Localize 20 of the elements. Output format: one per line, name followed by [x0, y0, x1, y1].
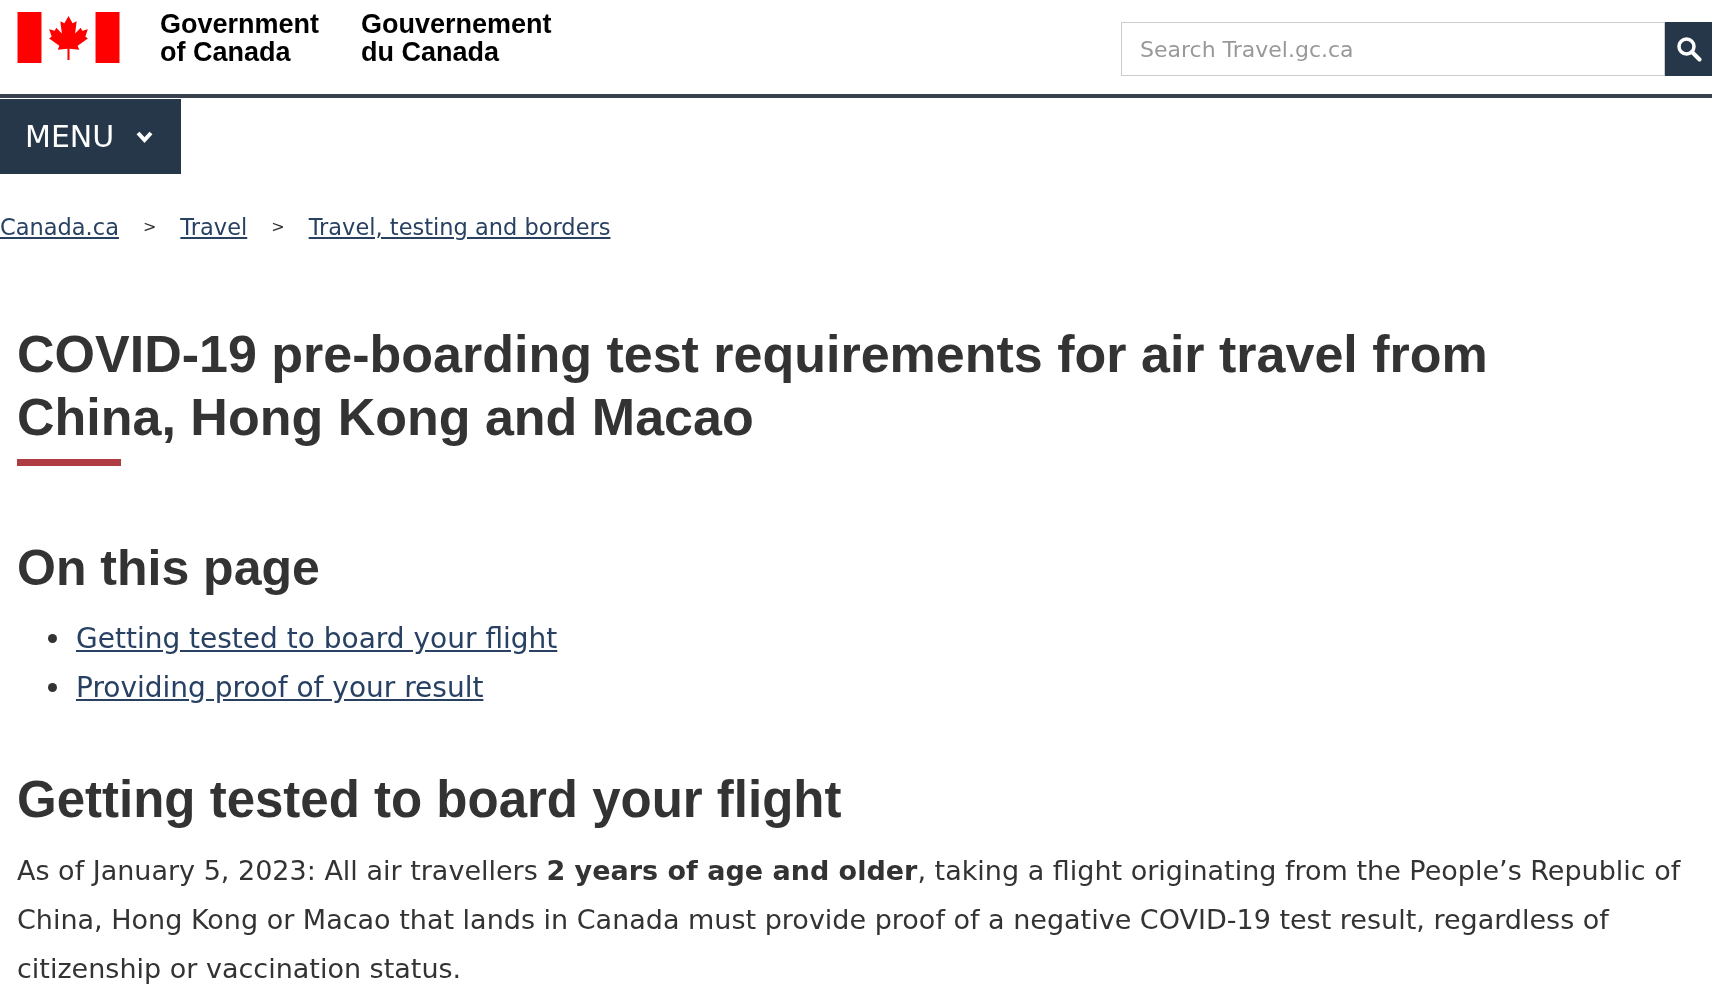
search-icon [1675, 36, 1702, 62]
breadcrumb-separator: > [271, 216, 285, 238]
breadcrumb-link[interactable]: Canada.ca [0, 210, 119, 244]
government-wordmark: Government of Canada [160, 10, 320, 66]
body-paragraph: As of January 5, 2023: All air travellers 2 years of age and older, taking a flight originating from the People’s Republic of China, Hong Kong or Macao that lands in Canada must provide proof of a negative COVID-19 test result, regardless of citizenship or vaccination status. [17, 854, 1682, 986]
breadcrumb-link[interactable]: Travel, testing and borders [308, 210, 611, 244]
section-heading: On this page [17, 539, 321, 598]
page-title: COVID-19 pre-boarding test requirements for air travel from China, Hong Kong and Macao [17, 324, 1489, 448]
page-link[interactable]: Getting tested to board your flight [76, 617, 558, 660]
section-heading: Getting tested to board your flight [17, 770, 843, 830]
bullet-icon [48, 634, 57, 643]
canada-flag-icon [17, 12, 120, 63]
search-button[interactable] [1665, 22, 1712, 76]
breadcrumb-separator: > [142, 216, 157, 238]
menu-button[interactable]: MENU [0, 99, 181, 174]
government-wordmark: Gouvernement du Canada [361, 10, 552, 66]
bullet-icon [48, 683, 57, 692]
page-link[interactable]: Providing proof of your result [76, 666, 484, 709]
search-field[interactable]: Search Travel.gc.ca [1121, 22, 1665, 76]
breadcrumb-link[interactable]: Travel [180, 210, 248, 244]
